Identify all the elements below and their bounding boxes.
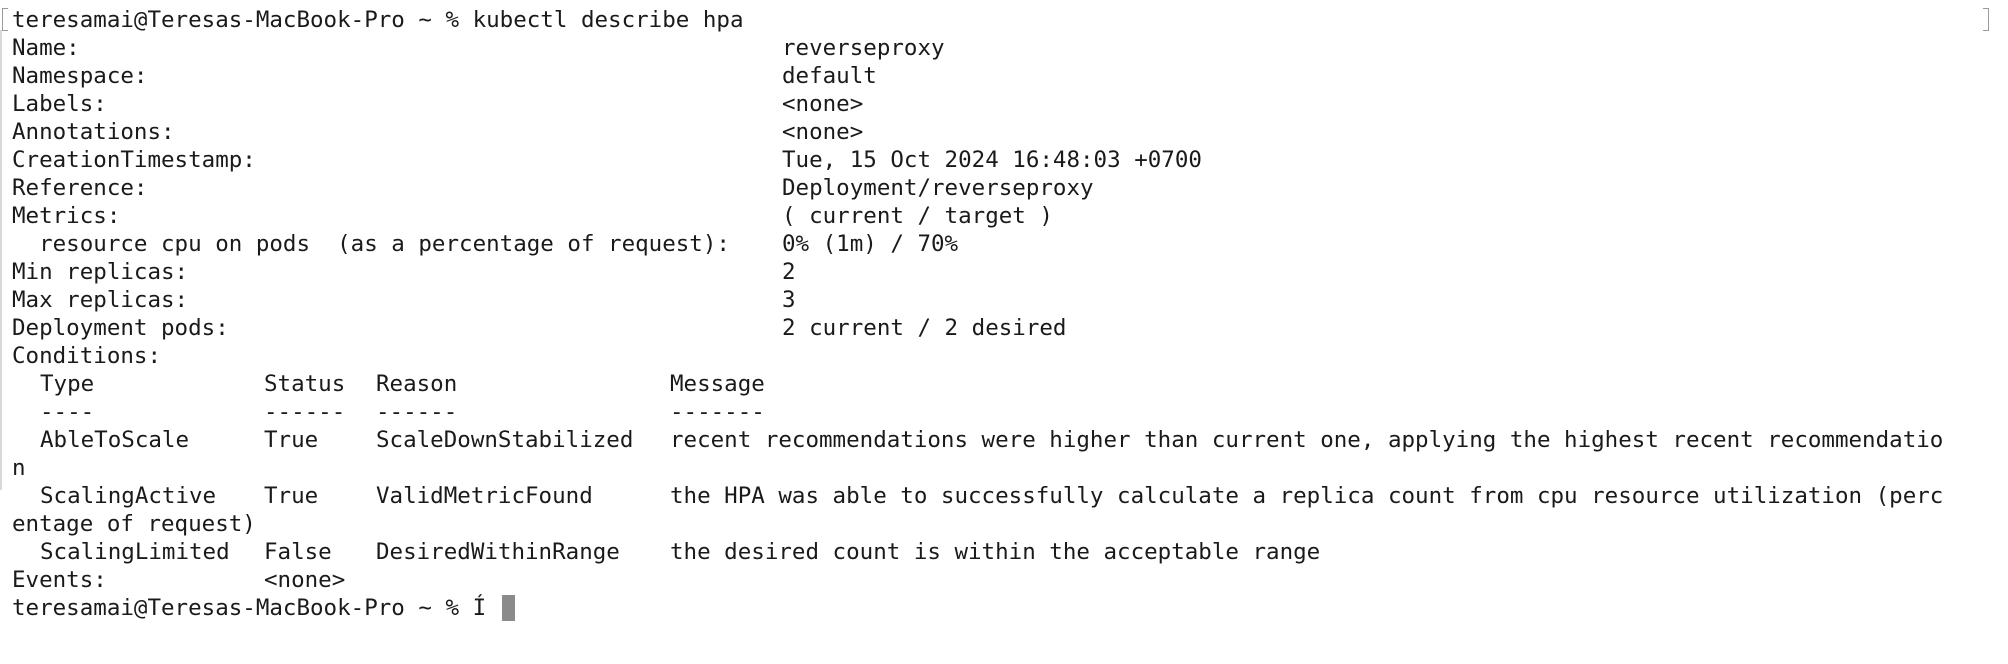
conditions-underline-type: ----	[40, 399, 95, 425]
field-label-creation-timestamp: CreationTimestamp:	[12, 147, 256, 173]
conditions-header-message: Message	[670, 371, 765, 397]
field-label-cpu-metric: resource cpu on pods (as a percentage of…	[12, 231, 730, 257]
prompt-line[interactable]: teresamai@Teresas-MacBook-Pro ~ % Í	[12, 594, 486, 622]
field-value-cpu-metric: 0% (1m) / 70%	[782, 231, 959, 257]
prompt-text: teresamai@Teresas-MacBook-Pro ~ %	[12, 595, 473, 621]
conditions-underline-reason: ------	[376, 399, 458, 425]
field-label-max-replicas: Max replicas:	[12, 287, 189, 313]
conditions-header-status: Status	[264, 371, 346, 397]
events-value: <none>	[264, 567, 346, 593]
field-value-annotations: <none>	[782, 119, 864, 145]
field-label-min-replicas: Min replicas:	[12, 259, 189, 285]
table-row-message: the HPA was able to successfully calcula…	[670, 483, 1944, 509]
table-row-reason: DesiredWithinRange	[376, 539, 620, 565]
field-value-labels: <none>	[782, 91, 864, 117]
table-row-status: True	[264, 427, 319, 453]
table-row-type: ScalingLimited	[40, 539, 230, 565]
table-row-message-wrap: entage of request)	[12, 511, 256, 537]
conditions-underline-status: ------	[264, 399, 346, 425]
table-row-status: True	[264, 483, 319, 509]
field-value-deployment-pods: 2 current / 2 desired	[782, 315, 1067, 341]
field-value-namespace: default	[782, 63, 877, 89]
field-value-reference: Deployment/reverseproxy	[782, 175, 1094, 201]
terminal-left-edge	[0, 30, 2, 490]
command-line: teresamai@Teresas-MacBook-Pro ~ % kubect…	[12, 7, 744, 33]
field-value-name: reverseproxy	[782, 35, 945, 61]
field-label-name: Name:	[12, 35, 80, 61]
table-row-type: AbleToScale	[40, 427, 190, 453]
field-value-creation-timestamp: Tue, 15 Oct 2024 16:48:03 +0700	[782, 147, 1202, 173]
table-row-message: the desired count is within the acceptab…	[670, 539, 1321, 565]
table-row-type: ScalingActive	[40, 483, 217, 509]
table-row-reason: ScaleDownStabilized	[376, 427, 634, 453]
text-cursor	[502, 595, 515, 621]
mark-bracket-right	[1983, 8, 1989, 31]
field-value-metrics: ( current / target )	[782, 203, 1053, 229]
field-label-reference: Reference:	[12, 175, 148, 201]
conditions-header-reason: Reason	[376, 371, 458, 397]
field-value-max-replicas: 3	[782, 287, 796, 313]
table-row-reason: ValidMetricFound	[376, 483, 593, 509]
field-label-annotations: Annotations:	[12, 119, 175, 145]
terminal-window[interactable]: teresamai@Teresas-MacBook-Pro ~ % kubect…	[0, 0, 2008, 664]
typed-input: Í	[472, 595, 487, 621]
field-label-labels: Labels:	[12, 91, 107, 117]
table-row-message: recent recommendations were higher than …	[670, 427, 1944, 453]
field-label-metrics: Metrics:	[12, 203, 121, 229]
field-label-deployment-pods: Deployment pods:	[12, 315, 229, 341]
mark-bracket-left	[2, 8, 8, 31]
conditions-header-type: Type	[40, 371, 95, 397]
events-label: Events:	[12, 567, 107, 593]
table-row-status: False	[264, 539, 332, 565]
field-value-min-replicas: 2	[782, 259, 796, 285]
table-row-message-wrap: n	[12, 455, 26, 481]
conditions-label: Conditions:	[12, 343, 162, 369]
conditions-underline-message: -------	[670, 399, 765, 425]
field-label-namespace: Namespace:	[12, 63, 148, 89]
